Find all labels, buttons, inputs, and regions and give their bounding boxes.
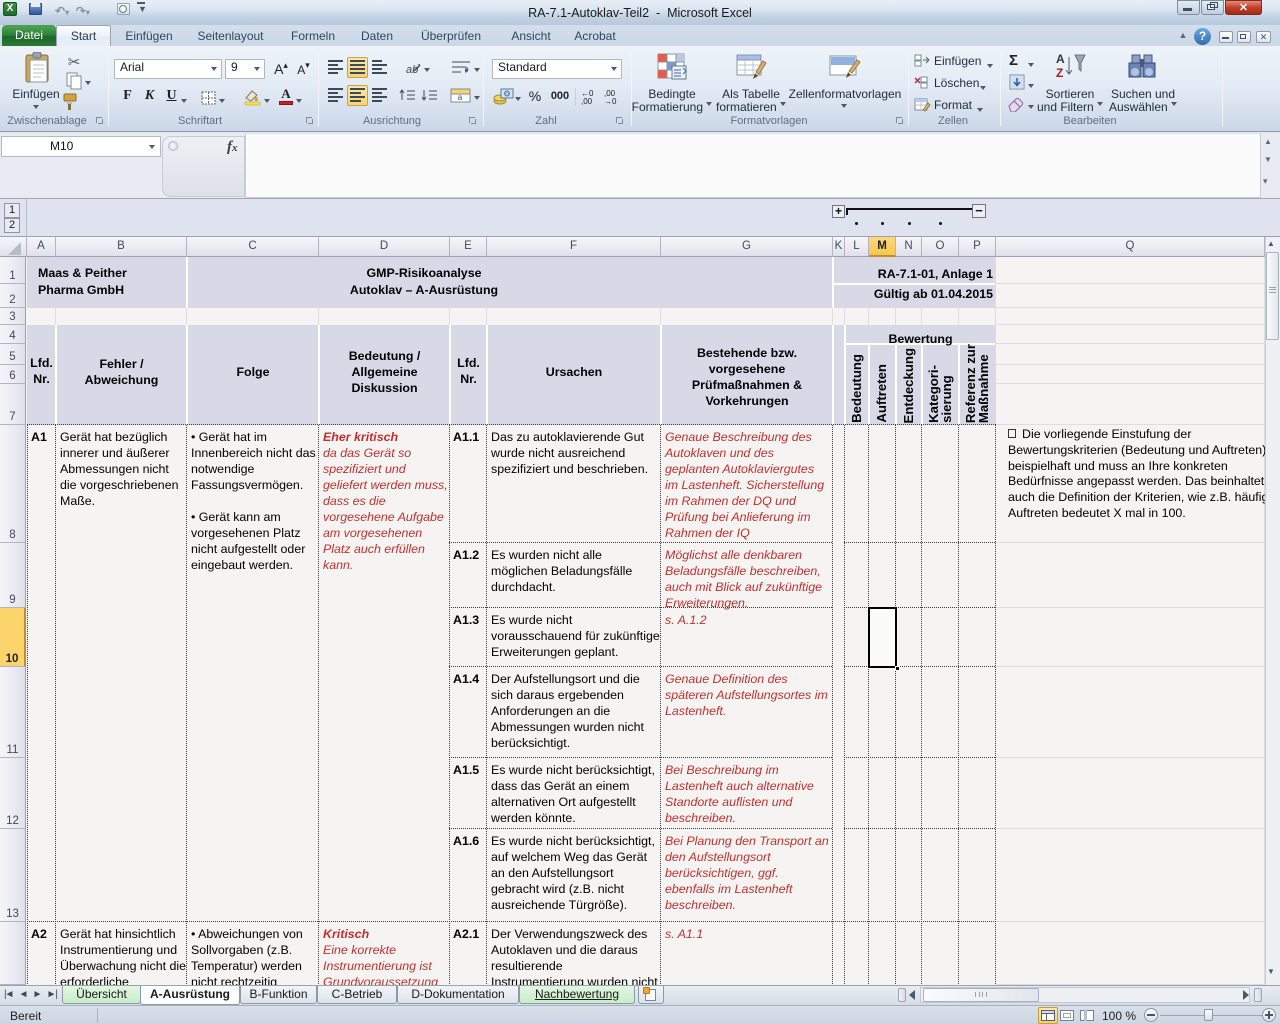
svg-text:,00: ,00	[581, 97, 593, 106]
svg-text:A: A	[1056, 52, 1065, 66]
svg-text:Z: Z	[1056, 66, 1063, 80]
svg-text:a: a	[458, 93, 463, 102]
svg-text:ab: ab	[406, 64, 418, 76]
svg-text:→0: →0	[604, 97, 617, 106]
svg-text:✂: ✂	[68, 54, 81, 71]
